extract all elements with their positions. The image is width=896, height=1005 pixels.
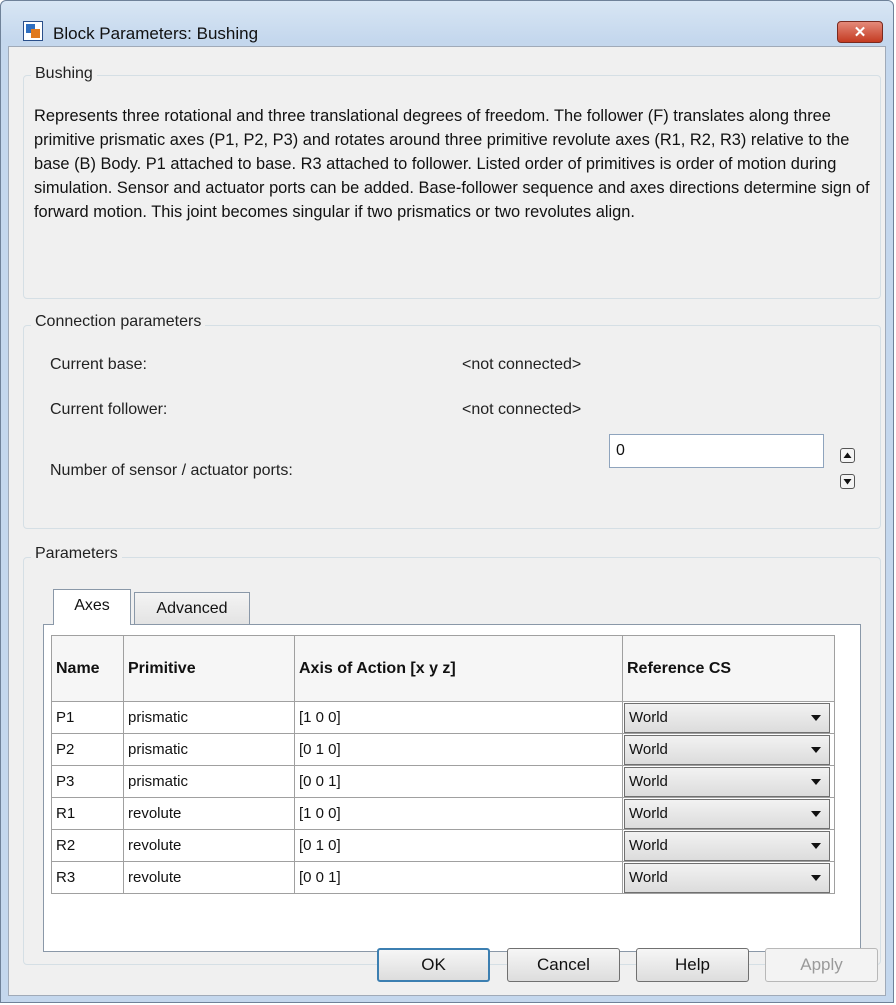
column-header-primitive: Primitive [123, 635, 295, 702]
row-axis-cell[interactable]: [1 0 0] [294, 701, 623, 734]
dropdown-arrow-icon [811, 714, 821, 721]
reference-cs-dropdown[interactable]: World [624, 766, 830, 797]
row-primitive-cell: revolute [123, 829, 295, 862]
dropdown-arrow-icon [811, 874, 821, 881]
row-name-cell: P1 [51, 701, 124, 734]
reference-cs-dropdown[interactable]: World [624, 830, 830, 861]
reference-cs-dropdown[interactable]: World [624, 734, 830, 765]
parameters-heading: Parameters [31, 545, 122, 563]
row-reference-cell: World [622, 797, 835, 830]
description-heading: Bushing [31, 65, 97, 83]
table-row: P3 prismatic [0 0 1] World [51, 765, 835, 798]
reference-cs-value: World [629, 836, 668, 854]
table-row: P2 prismatic [0 1 0] World [51, 733, 835, 766]
current-base-value: <not connected> [462, 356, 582, 373]
ports-label: Number of sensor / actuator ports: [50, 462, 293, 479]
reference-cs-dropdown[interactable]: World [624, 862, 830, 893]
row-name-cell: R3 [51, 861, 124, 894]
help-button[interactable]: Help [636, 948, 749, 982]
window-title: Block Parameters: Bushing [53, 24, 259, 43]
row-primitive-cell: prismatic [123, 765, 295, 798]
row-name-cell: P3 [51, 765, 124, 798]
row-reference-cell: World [622, 765, 835, 798]
dialog-client-area: Represents three rotational and three tr… [8, 46, 886, 996]
column-header-reference-cs: Reference CS [622, 635, 835, 702]
reference-cs-value: World [629, 772, 668, 790]
column-header-name: Name [51, 635, 124, 702]
ok-button[interactable]: OK [377, 948, 490, 982]
dropdown-arrow-icon [811, 778, 821, 785]
table-header-row: Name Primitive Axis of Action [x y z] Re… [51, 635, 835, 702]
table-row: R1 revolute [1 0 0] World [51, 797, 835, 830]
current-follower-label: Current follower: [50, 401, 168, 418]
triangle-down-icon [843, 479, 852, 485]
column-header-axis: Axis of Action [x y z] [294, 635, 623, 702]
table-row: R3 revolute [0 0 1] World [51, 861, 835, 894]
row-axis-cell[interactable]: [0 0 1] [294, 765, 623, 798]
tab-advanced[interactable]: Advanced [134, 592, 250, 626]
dropdown-arrow-icon [811, 746, 821, 753]
connection-parameters-heading: Connection parameters [31, 313, 206, 331]
simulink-block-icon [23, 21, 43, 41]
row-reference-cell: World [622, 829, 835, 862]
spin-down-button[interactable] [840, 474, 855, 489]
title-bar[interactable]: Block Parameters: Bushing ✕ [1, 1, 893, 43]
spin-up-button[interactable] [840, 448, 855, 463]
row-name-cell: P2 [51, 733, 124, 766]
row-name-cell: R1 [51, 797, 124, 830]
row-axis-cell[interactable]: [1 0 0] [294, 797, 623, 830]
triangle-up-icon [843, 452, 852, 458]
cancel-button[interactable]: Cancel [507, 948, 620, 982]
row-primitive-cell: prismatic [123, 701, 295, 734]
reference-cs-dropdown[interactable]: World [624, 798, 830, 829]
reference-cs-value: World [629, 708, 668, 726]
table-row: R2 revolute [0 1 0] World [51, 829, 835, 862]
row-reference-cell: World [622, 733, 835, 766]
block-description: Represents three rotational and three tr… [34, 107, 870, 221]
axes-table: Name Primitive Axis of Action [x y z] Re… [51, 635, 835, 894]
row-name-cell: R2 [51, 829, 124, 862]
row-primitive-cell: revolute [123, 861, 295, 894]
row-axis-cell[interactable]: [0 0 1] [294, 861, 623, 894]
reference-cs-value: World [629, 868, 668, 886]
table-row: P1 prismatic [1 0 0] World [51, 701, 835, 734]
row-reference-cell: World [622, 861, 835, 894]
row-primitive-cell: prismatic [123, 733, 295, 766]
dropdown-arrow-icon [811, 810, 821, 817]
current-base-label: Current base: [50, 356, 147, 373]
reference-cs-value: World [629, 740, 668, 758]
reference-cs-dropdown[interactable]: World [624, 702, 830, 733]
dropdown-arrow-icon [811, 842, 821, 849]
ports-input[interactable]: 0 [609, 434, 824, 468]
row-primitive-cell: revolute [123, 797, 295, 830]
row-axis-cell[interactable]: [0 1 0] [294, 733, 623, 766]
current-follower-value: <not connected> [462, 401, 582, 418]
axes-tab-panel: Name Primitive Axis of Action [x y z] Re… [43, 624, 861, 952]
close-button[interactable]: ✕ [837, 21, 883, 43]
row-axis-cell[interactable]: [0 1 0] [294, 829, 623, 862]
description-group: Represents three rotational and three tr… [23, 75, 881, 299]
apply-button[interactable]: Apply [765, 948, 878, 982]
tab-axes[interactable]: Axes [53, 589, 131, 625]
reference-cs-value: World [629, 804, 668, 822]
row-reference-cell: World [622, 701, 835, 734]
connection-parameters-group: Current base: <not connected> Current fo… [23, 325, 881, 529]
